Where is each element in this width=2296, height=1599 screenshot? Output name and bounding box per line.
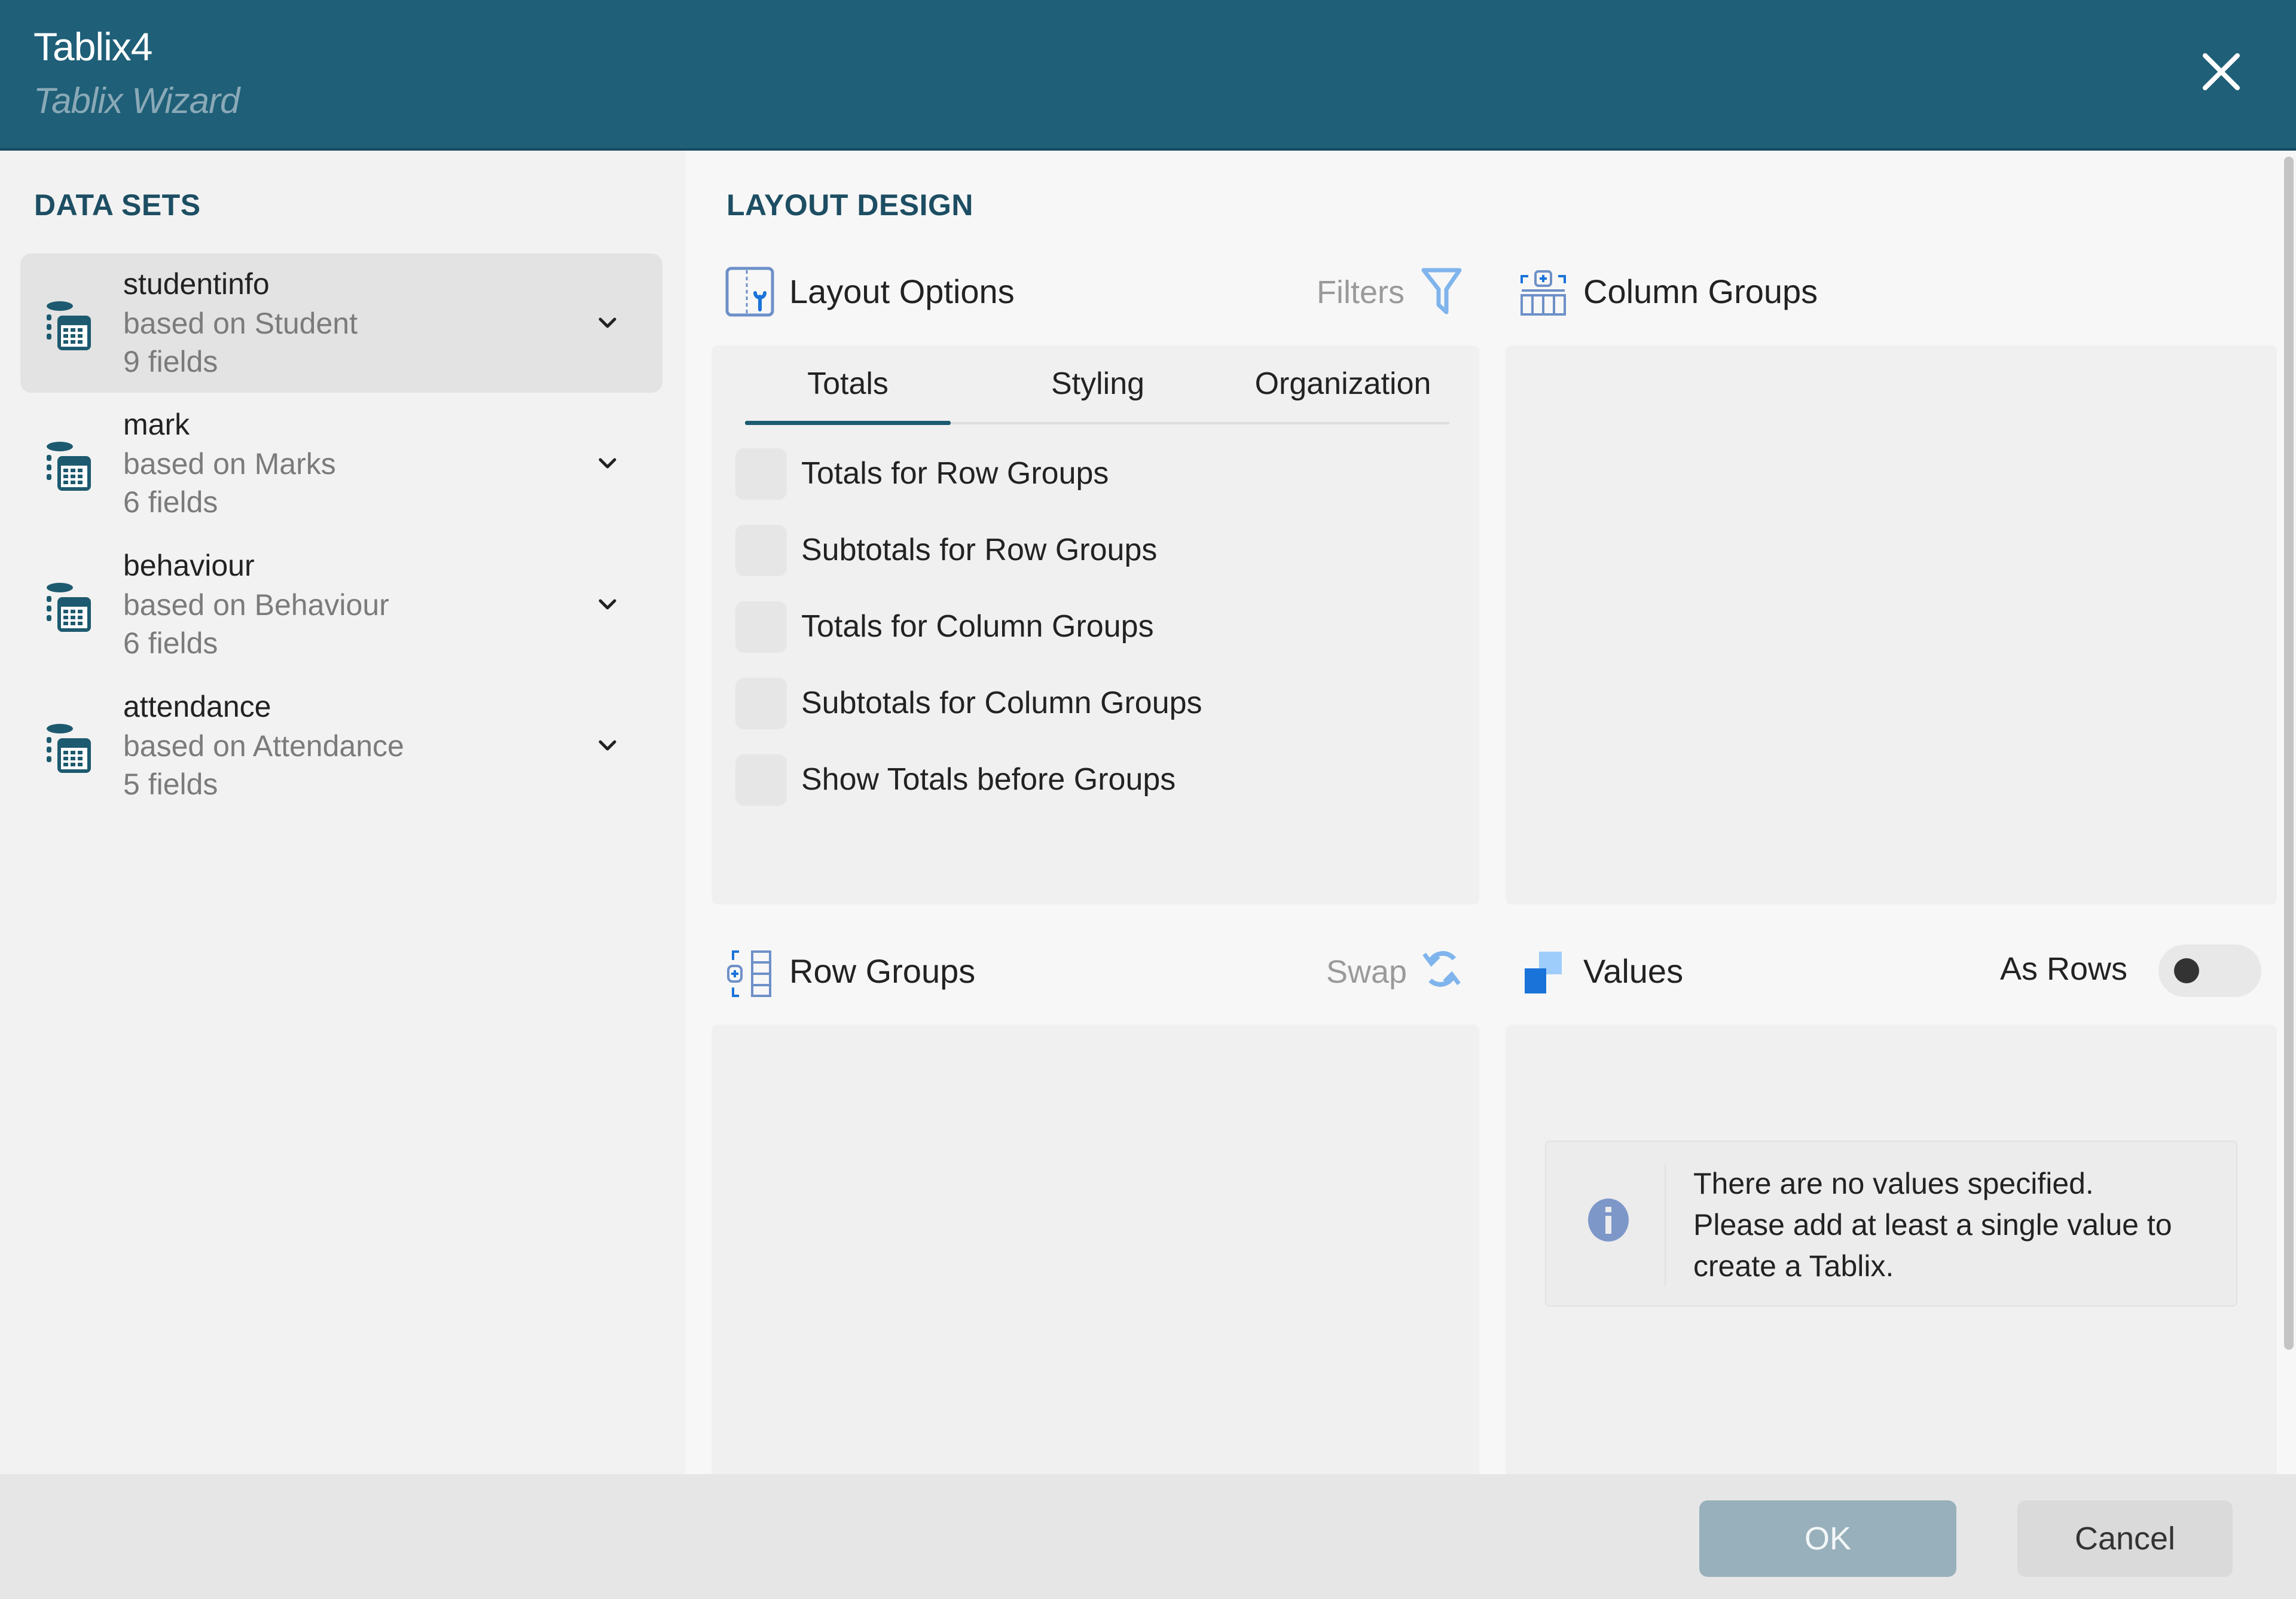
- column-groups-icon: [1521, 270, 1566, 316]
- tab-totals[interactable]: Totals: [745, 366, 951, 402]
- dataset-source: based on Marks: [123, 447, 336, 481]
- layout-options-tabs: Totals Styling Organization: [745, 357, 1451, 425]
- toggle-knob: [2174, 958, 2199, 983]
- dataset-item-mark[interactable]: mark based on Marks 6 fields: [20, 394, 662, 533]
- chevron-down-icon[interactable]: [594, 732, 621, 759]
- dataset-source: based on Attendance: [123, 729, 404, 763]
- row-groups-dropzone[interactable]: [712, 1025, 1479, 1474]
- as-rows-label: As Rows: [2000, 951, 2128, 987]
- dataset-name: studentinfo: [123, 267, 270, 301]
- layout-options-label: Layout Options: [789, 273, 1015, 310]
- checkbox[interactable]: [735, 525, 787, 576]
- info-icon: [1588, 1199, 1629, 1242]
- checkbox[interactable]: [735, 601, 787, 653]
- chevron-down-icon[interactable]: [594, 450, 621, 476]
- filters-button[interactable]: Filters: [1317, 274, 1405, 311]
- dataset-field-count: 9 fields: [123, 345, 218, 378]
- close-icon: [2203, 53, 2240, 90]
- checkbox[interactable]: [735, 678, 787, 729]
- vertical-scrollbar[interactable]: [2284, 157, 2294, 1350]
- checkbox[interactable]: [735, 754, 787, 806]
- info-line: There are no values specified.: [1693, 1167, 2094, 1200]
- checkbox-label: Show Totals before Groups: [801, 762, 1176, 797]
- dataset-item-studentinfo[interactable]: studentinfo based on Student 9 fields: [20, 253, 662, 393]
- info-line: Please add at least a single value to: [1693, 1208, 2172, 1242]
- info-divider: [1665, 1163, 1666, 1286]
- data-sets-panel: DATA SETS studentinfo based on Student 9…: [0, 151, 686, 1474]
- chevron-down-icon[interactable]: [594, 310, 621, 336]
- dataset-name: mark: [123, 408, 190, 441]
- dataset-source: based on Student: [123, 307, 358, 340]
- database-table-icon: [47, 583, 91, 632]
- row-groups-icon: [727, 950, 771, 997]
- row-groups-label: Row Groups: [789, 952, 976, 990]
- swap-button[interactable]: Swap: [1326, 953, 1407, 990]
- dataset-source: based on Behaviour: [123, 588, 389, 622]
- dataset-field-count: 6 fields: [123, 485, 218, 519]
- dataset-field-count: 6 fields: [123, 626, 218, 660]
- database-table-icon: [47, 442, 91, 491]
- dialog-subtitle: Tablix Wizard: [33, 81, 240, 121]
- layout-design-heading: LAYOUT DESIGN: [726, 188, 974, 222]
- checkbox[interactable]: [735, 448, 787, 500]
- cancel-button[interactable]: Cancel: [2017, 1500, 2233, 1577]
- filter-icon[interactable]: [1421, 267, 1463, 316]
- chevron-down-icon[interactable]: [594, 591, 621, 617]
- dialog-header: Tablix4 Tablix Wizard: [0, 0, 2296, 151]
- info-message: There are no values specified. Please ad…: [1693, 1163, 2219, 1287]
- checkbox-label: Totals for Column Groups: [801, 609, 1154, 644]
- checkbox-label: Totals for Row Groups: [801, 456, 1109, 491]
- dataset-item-attendance[interactable]: attendance based on Attendance 5 fields: [20, 676, 662, 815]
- column-groups-dropzone[interactable]: [1506, 346, 2277, 904]
- checkbox-label: Subtotals for Column Groups: [801, 686, 1202, 720]
- tab-styling[interactable]: Styling: [996, 366, 1199, 402]
- dataset-name: attendance: [123, 690, 271, 723]
- layout-options-icon: [725, 267, 774, 317]
- ok-button[interactable]: OK: [1699, 1500, 1956, 1577]
- database-table-icon: [47, 301, 91, 350]
- values-label: Values: [1583, 952, 1684, 990]
- swap-icon[interactable]: [1422, 946, 1461, 993]
- dataset-item-behaviour[interactable]: behaviour based on Behaviour 6 fields: [20, 535, 662, 674]
- dialog-title: Tablix4: [33, 25, 152, 69]
- dataset-name: behaviour: [123, 549, 255, 582]
- values-icon: [1525, 952, 1562, 993]
- dialog-footer: OK Cancel: [0, 1474, 2296, 1599]
- data-sets-heading: DATA SETS: [34, 188, 201, 222]
- no-values-info-box: There are no values specified. Please ad…: [1545, 1141, 2237, 1307]
- layout-options-panel: Totals Styling Organization Totals for R…: [712, 346, 1479, 904]
- info-line: create a Tablix.: [1693, 1249, 1894, 1283]
- database-table-icon: [47, 724, 91, 773]
- column-groups-label: Column Groups: [1583, 273, 1818, 310]
- close-button[interactable]: [2200, 51, 2242, 93]
- dataset-field-count: 5 fields: [123, 768, 218, 801]
- tab-organization[interactable]: Organization: [1235, 366, 1451, 402]
- as-rows-toggle[interactable]: [2158, 944, 2261, 997]
- checkbox-label: Subtotals for Row Groups: [801, 533, 1158, 567]
- active-tab-indicator: [745, 421, 951, 425]
